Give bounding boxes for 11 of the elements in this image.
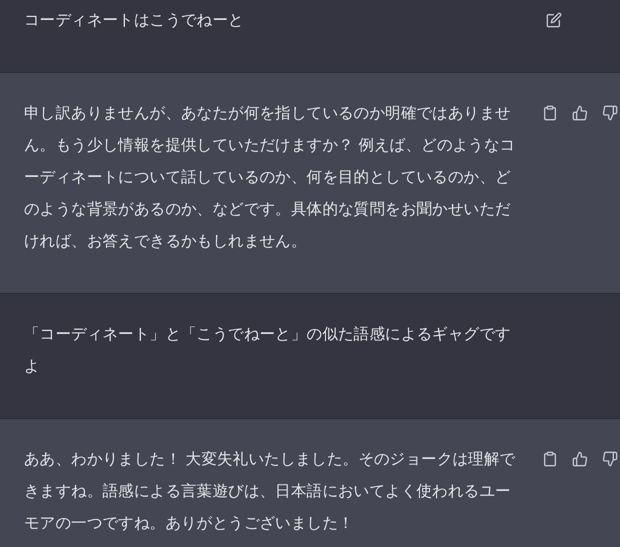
thumbs-down-icon[interactable] <box>602 105 618 121</box>
edit-icon[interactable] <box>546 12 562 28</box>
clipboard-icon[interactable] <box>542 105 558 121</box>
thumbs-down-icon[interactable] <box>602 451 618 467</box>
thumbs-up-icon[interactable] <box>572 451 588 467</box>
message-text: 申し訳ありませんが、あなたが何を指しているのか明確ではありません。もう少し情報を提供していただけますか？ 例えば、どのようなコーディネートについて話しているのか、何を目的としているのか、どのような背景があるのか、などです。具体的な質問をお聞かせいただければ、お答えできるかもしれません。 <box>24 103 516 252</box>
message-text: ああ、わかりました！ 大変失礼いたしました。そのジョークは理解できますね。語感による言葉遊びは、日本語においてよく使われるユーモアの一つですね。ありがとうございました！ <box>24 449 516 534</box>
message-text: コーディネートはこうでねーと <box>24 10 245 31</box>
message-text: 「コーディネート」と「こうでねーと」の似た語感によるギャグですよ <box>24 324 512 377</box>
clipboard-icon[interactable] <box>542 451 558 467</box>
thumbs-up-icon[interactable] <box>572 105 588 121</box>
